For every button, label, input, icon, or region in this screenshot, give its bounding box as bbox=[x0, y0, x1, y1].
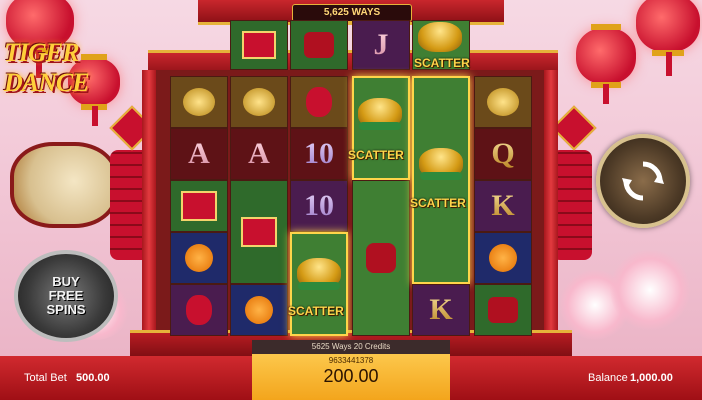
letter-A: A bbox=[248, 137, 270, 170]
game-title: TIGER DANCE bbox=[4, 38, 90, 97]
symbol-red-envelope bbox=[230, 20, 288, 70]
symbol-A: A bbox=[170, 128, 228, 180]
symbol-firecracker bbox=[352, 180, 410, 336]
gold-pot-icon bbox=[418, 22, 462, 52]
pot-band bbox=[359, 122, 401, 130]
symbol-Q: Q bbox=[474, 128, 532, 180]
red-envelope-icon bbox=[181, 191, 217, 221]
buy-free-spins-button[interactable]: BUY FREE SPINS bbox=[14, 250, 118, 342]
left-pillar bbox=[142, 70, 156, 340]
orange-icon bbox=[185, 244, 213, 272]
total-bet-label: Total Bet bbox=[24, 372, 67, 384]
spin-arrows-icon bbox=[622, 161, 664, 201]
symbol-A: A bbox=[230, 128, 288, 180]
lantern-decoration bbox=[576, 24, 636, 88]
symbol-red-envelope bbox=[230, 180, 288, 284]
letter-J: J bbox=[373, 28, 389, 61]
spins-label: SPINS bbox=[46, 302, 86, 317]
drum-decoration bbox=[10, 142, 118, 228]
symbol-K: K bbox=[412, 284, 470, 336]
symbol-red-envelope bbox=[170, 180, 228, 232]
letter-K: K bbox=[429, 293, 453, 326]
symbol-lantern bbox=[170, 284, 228, 336]
firecracker-decoration bbox=[552, 150, 592, 260]
right-pillar bbox=[544, 70, 558, 340]
lantern-icon bbox=[306, 87, 332, 117]
letter-ten: 10 bbox=[304, 137, 334, 170]
scatter-highlight bbox=[412, 76, 470, 284]
info-strip: 5625 Ways 20 Credits bbox=[252, 340, 450, 354]
symbol-orange bbox=[230, 284, 288, 336]
symbol-gong bbox=[474, 76, 532, 128]
total-bet-value[interactable]: 500.00 bbox=[76, 372, 110, 384]
fortune-charm-icon bbox=[551, 105, 597, 151]
blossom-decoration bbox=[610, 250, 690, 330]
symbol-gong bbox=[170, 76, 228, 128]
spin-button[interactable] bbox=[596, 134, 690, 228]
letter-K: K bbox=[491, 189, 515, 222]
pot-band bbox=[298, 282, 340, 290]
balance-value: 1,000.00 bbox=[630, 372, 673, 384]
win-amount: 200.00 bbox=[323, 366, 379, 386]
firecracker-icon bbox=[304, 32, 334, 58]
symbol-lantern bbox=[290, 76, 348, 128]
scatter-label: SCATTER bbox=[414, 56, 470, 70]
lantern-decoration bbox=[636, 0, 700, 56]
red-envelope-icon bbox=[242, 31, 276, 59]
symbol-orange bbox=[170, 232, 228, 284]
symbol-firecracker bbox=[290, 20, 348, 70]
tassel-decoration bbox=[603, 84, 609, 104]
firecracker-icon bbox=[366, 243, 396, 273]
gong-icon bbox=[183, 88, 215, 116]
symbol-J: J bbox=[352, 20, 410, 70]
scatter-label: SCATTER bbox=[410, 196, 466, 210]
firecracker-icon bbox=[488, 297, 518, 323]
gong-icon bbox=[487, 88, 519, 116]
tassel-decoration bbox=[666, 52, 672, 76]
buy-label: BUY bbox=[52, 274, 80, 289]
tassel-decoration bbox=[92, 106, 98, 126]
symbol-10: 10 bbox=[290, 128, 348, 180]
orange-icon bbox=[489, 244, 517, 272]
symbol-firecracker bbox=[474, 284, 532, 336]
ways-credits-text: 5625 Ways 20 Credits bbox=[311, 342, 391, 351]
symbol-orange bbox=[474, 232, 532, 284]
pot-band bbox=[420, 172, 462, 180]
lantern-icon bbox=[186, 295, 212, 325]
orange-icon bbox=[245, 296, 273, 324]
free-label: FREE bbox=[48, 288, 84, 303]
symbol-gong bbox=[230, 76, 288, 128]
scatter-label: SCATTER bbox=[348, 148, 404, 162]
letter-Q: Q bbox=[491, 137, 515, 170]
gong-icon bbox=[243, 88, 275, 116]
letter-ten: 10 bbox=[304, 189, 334, 222]
letter-A: A bbox=[188, 137, 210, 170]
symbol-10: 10 bbox=[290, 180, 348, 232]
balance-label: Balance bbox=[588, 372, 628, 384]
game-logo: TIGER DANCE bbox=[4, 38, 154, 97]
scatter-label: SCATTER bbox=[288, 304, 344, 318]
round-id: 9633441378 bbox=[328, 356, 374, 365]
symbol-K: K bbox=[474, 180, 532, 232]
red-envelope-icon bbox=[241, 217, 277, 247]
